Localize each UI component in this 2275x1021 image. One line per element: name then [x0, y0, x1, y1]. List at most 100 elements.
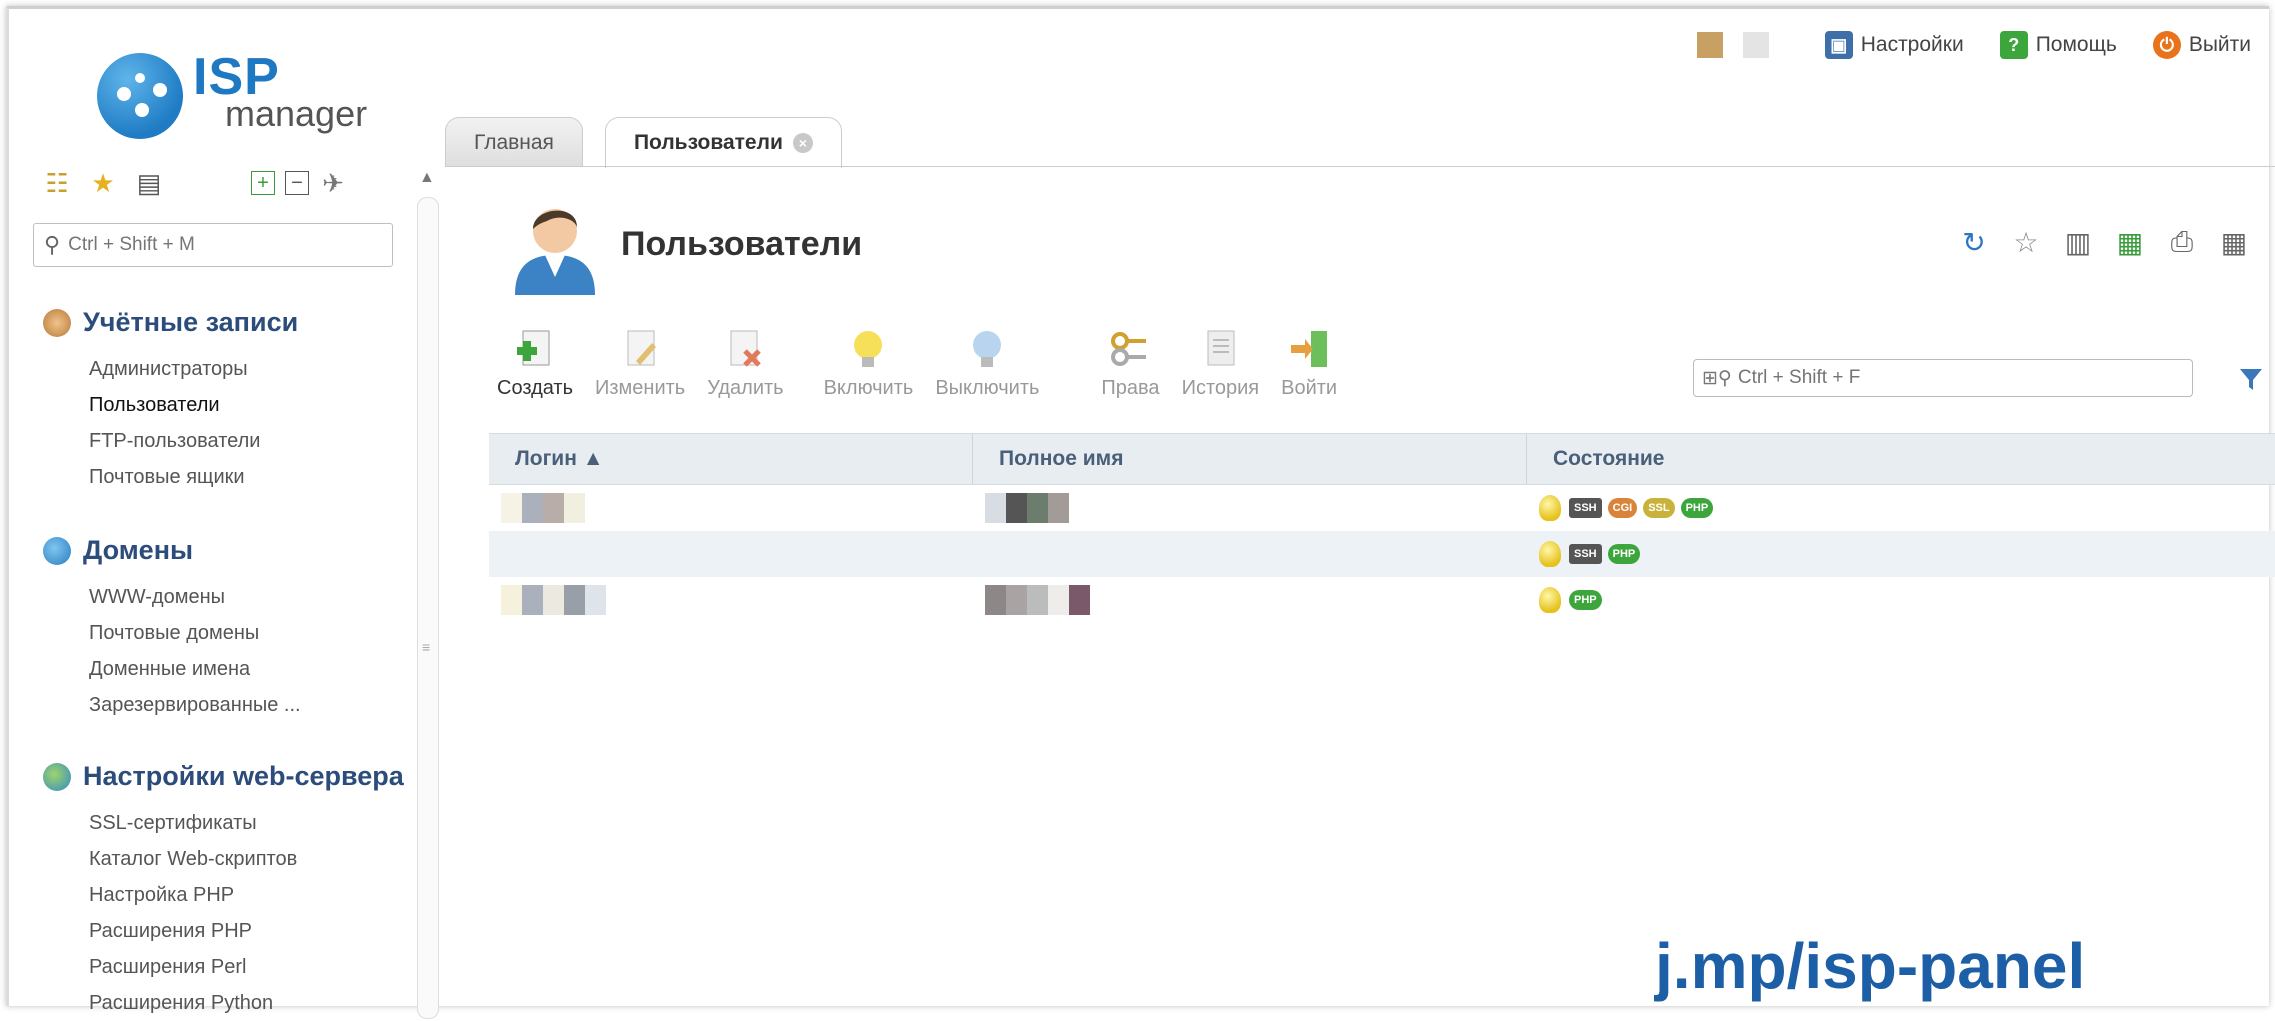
pin-icon[interactable]: ✈ — [319, 168, 347, 198]
logo-mark-icon — [97, 53, 183, 139]
login-as-button[interactable]: Войти — [1281, 327, 1337, 400]
search-icon: ⚲ — [44, 232, 61, 257]
splitter-grip-icon[interactable]: ≡ — [422, 639, 430, 655]
sidebar-item-mailboxes[interactable]: Почтовые ящики — [89, 459, 260, 495]
sidebar-item-python-extensions[interactable]: Расширения Python — [89, 985, 297, 1021]
column-fullname[interactable]: Полное имя — [973, 434, 1527, 484]
logo-text-manager: manager — [225, 93, 368, 134]
enter-icon — [1291, 331, 1328, 367]
table-row[interactable]: SSH PHP — [489, 531, 2275, 577]
section-accounts[interactable]: Учётные записи — [43, 307, 298, 338]
grid-toolbar: Создать Изменить Удалить Включить Выключ… — [497, 327, 1359, 400]
history-button[interactable]: История — [1181, 327, 1260, 400]
isp-manager-logo[interactable]: ISP manager — [97, 45, 367, 139]
tab-users[interactable]: Пользователи × — [604, 117, 842, 168]
tab-divider — [445, 166, 2275, 167]
enable-button[interactable]: Включить — [824, 327, 913, 400]
column-login[interactable]: Логин ▲ — [489, 434, 973, 484]
rights-button[interactable]: Права — [1101, 327, 1160, 400]
sidebar-item-www-domains[interactable]: WWW-домены — [89, 579, 301, 615]
print-icon[interactable]: ⎙ — [2167, 226, 2197, 257]
section-domains[interactable]: Домены — [43, 535, 193, 566]
star-icon[interactable]: ★ — [89, 168, 117, 198]
tab-home[interactable]: Главная — [445, 117, 583, 167]
grid-search-input[interactable] — [1735, 366, 2160, 390]
rights-label: Права — [1101, 377, 1160, 399]
grid-search[interactable]: ⊞⚲ — [1693, 359, 2193, 397]
sidebar-item-perl-extensions[interactable]: Расширения Perl — [89, 949, 297, 985]
sidebar-item-web-scripts[interactable]: Каталог Web-скриптов — [89, 841, 297, 877]
copy-icon[interactable]: ▥ — [2063, 227, 2093, 258]
clipboard-icon[interactable]: ▤ — [135, 168, 163, 198]
logout-link[interactable]: ⏻ Выйти — [2152, 31, 2251, 59]
export-excel-icon[interactable]: ▦ — [2115, 227, 2145, 258]
sidebar-item-php-extensions[interactable]: Расширения PHP — [89, 913, 297, 949]
disable-button[interactable]: Выключить — [935, 327, 1039, 400]
delete-label: Удалить — [707, 377, 784, 399]
login-as-label: Войти — [1281, 377, 1338, 399]
settings-link[interactable]: ▣ Настройки — [1824, 31, 1964, 59]
sidebar-scrollbar[interactable]: ▲ ≡ — [409, 169, 445, 1019]
sidebar-item-ftp-users[interactable]: FTP-пользователи — [89, 423, 260, 459]
lightbulb-off-icon — [973, 331, 1002, 367]
theme-swatch-icon[interactable] — [1742, 32, 1769, 58]
accounts-menu: Администраторы Пользователи FTP-пользова… — [89, 351, 260, 495]
scroll-track[interactable] — [417, 197, 439, 1019]
section-webserver-title: Настройки web-сервера — [83, 761, 404, 791]
table-row[interactable]: SSH CGI SSL PHP — [489, 485, 2275, 531]
sidebar-search[interactable]: ⚲ — [33, 223, 393, 267]
bookmark-star-icon[interactable]: ☆ — [2011, 227, 2041, 258]
table-row[interactable]: PHP — [489, 577, 2275, 623]
theme-swatch-icon[interactable] — [1696, 32, 1723, 58]
help-link[interactable]: ? Помощь — [1999, 31, 2117, 59]
fullname-cell — [973, 577, 1527, 623]
monitor-icon: ▣ — [1824, 31, 1853, 59]
sidebar-search-input[interactable] — [66, 233, 371, 257]
edit-document-icon — [627, 330, 657, 366]
filter-icon[interactable] — [2237, 365, 2265, 393]
fullname-cell — [973, 531, 1527, 577]
column-status[interactable]: Состояние — [1527, 434, 2275, 484]
app-window: ISP manager ▣ Настройки ? Помощь ⏻ Выйти… — [6, 6, 2275, 1019]
sidebar-item-reserved[interactable]: Зарезервированные ... — [89, 687, 301, 723]
section-webserver[interactable]: Настройки web-сервера — [43, 761, 404, 792]
globe-icon — [43, 536, 71, 565]
section-domains-title: Домены — [83, 535, 194, 565]
page-title: Пользователи — [621, 225, 863, 263]
sidebar-item-users[interactable]: Пользователи — [89, 387, 260, 423]
sidebar-item-domain-names[interactable]: Доменные имена — [89, 651, 301, 687]
expand-all-icon[interactable]: + — [251, 171, 275, 195]
tab-bar: Главная Пользователи × — [445, 117, 864, 168]
users-avatar-icon — [515, 209, 595, 295]
delete-button[interactable]: Удалить — [707, 327, 784, 400]
top-menu: ▣ Настройки ? Помощь ⏻ Выйти — [1696, 31, 2251, 59]
table-header: Логин ▲ Полное имя Состояние — [489, 433, 2275, 485]
keys-icon — [1111, 332, 1147, 366]
collapse-all-icon[interactable]: − — [285, 171, 309, 195]
sidebar-toolbar: ☷ ★ ▤ + − ✈ — [43, 168, 365, 198]
status-cell: SSH PHP — [1527, 531, 2275, 577]
enabled-bulb-icon — [1539, 587, 1561, 613]
help-icon: ? — [1999, 31, 2028, 59]
sidebar-item-administrators[interactable]: Администраторы — [89, 351, 260, 387]
tree-view-icon[interactable]: ☷ — [43, 168, 71, 198]
sidebar-item-ssl[interactable]: SSL-сертификаты — [89, 805, 297, 841]
table-settings-icon[interactable]: ▦ — [2219, 227, 2249, 258]
watermark-url: j.mp/isp-panel — [1655, 930, 2086, 1002]
refresh-icon[interactable]: ↻ — [1959, 227, 1989, 258]
ssh-badge: SSH — [1569, 498, 1602, 518]
search-grid-icon: ⊞⚲ — [1702, 367, 1732, 389]
close-tab-icon[interactable]: × — [792, 133, 813, 153]
login-cell — [489, 531, 973, 577]
scroll-up-icon[interactable]: ▲ — [419, 169, 435, 187]
history-label: История — [1181, 377, 1260, 399]
tab-users-label: Пользователи — [633, 131, 783, 154]
edit-button[interactable]: Изменить — [595, 327, 685, 400]
sidebar-item-mail-domains[interactable]: Почтовые домены — [89, 615, 301, 651]
ssh-badge: SSH — [1569, 544, 1602, 564]
user-icon — [43, 308, 71, 337]
enabled-bulb-icon — [1539, 495, 1561, 521]
create-button[interactable]: Создать — [497, 327, 573, 400]
edit-label: Изменить — [595, 377, 686, 399]
sidebar-item-php-settings[interactable]: Настройка PHP — [89, 877, 297, 913]
